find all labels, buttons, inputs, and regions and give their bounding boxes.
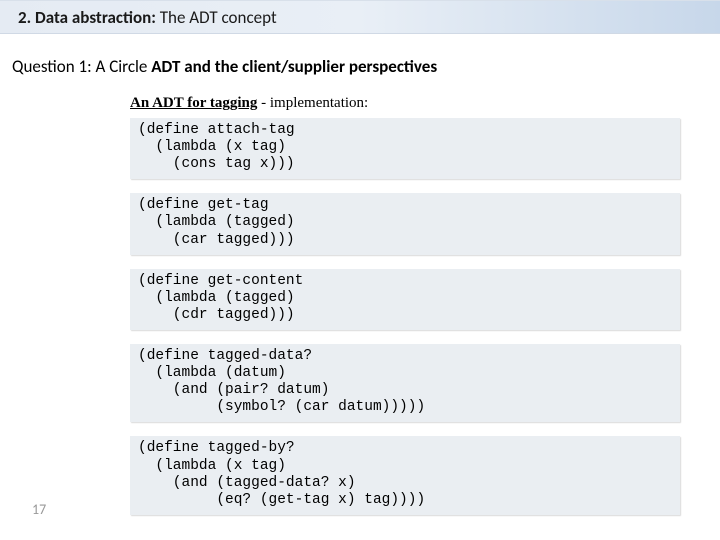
subtitle-rest: - implementation: [257,95,368,111]
section-title: 2. Data abstraction: The ADT concept [18,7,277,28]
section-title-rest: The ADT concept [156,7,277,28]
question-text-pre: A Circle [96,56,152,77]
section-title-bold: 2. Data abstraction: [18,7,156,28]
question-line: Question 1: A Circle ADT and the client/… [0,34,720,77]
slide: 2. Data abstraction: The ADT concept Que… [0,0,720,540]
code-block: (define get-content (lambda (tagged) (cd… [130,269,680,330]
section-header: 2. Data abstraction: The ADT concept [0,0,720,34]
question-label: Question 1: [12,56,96,77]
code-block: (define tagged-by? (lambda (x tag) (and … [130,436,680,514]
code-block: (define attach-tag (lambda (x tag) (cons… [130,118,680,179]
slide-number: 17 [32,501,46,518]
implementation-subtitle: An ADT for tagging - implementation: [0,77,720,118]
code-block: (define tagged-data? (lambda (datum) (an… [130,344,680,422]
subtitle-underlined: An ADT for tagging [130,95,257,111]
question-text-bold: ADT and the client/supplier perspectives [151,56,437,77]
code-blocks-container: (define attach-tag (lambda (x tag) (cons… [0,118,720,515]
code-block: (define get-tag (lambda (tagged) (car ta… [130,193,680,254]
